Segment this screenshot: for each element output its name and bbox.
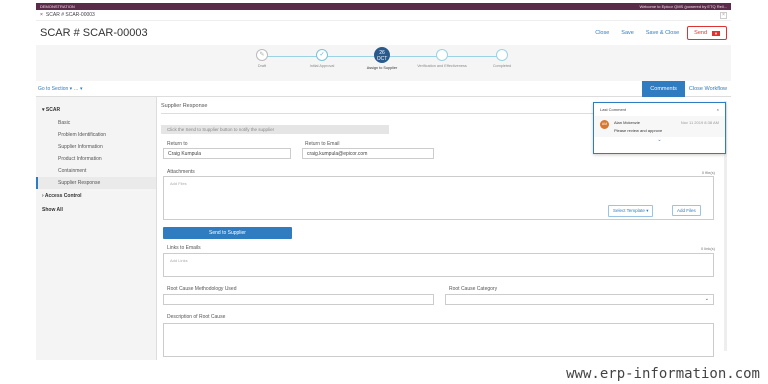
- add-files-button[interactable]: Add Files: [672, 205, 701, 216]
- chevron-down-icon[interactable]: ⌄: [594, 137, 725, 143]
- step-circle: [436, 49, 448, 61]
- popup-title: Last Comment: [600, 107, 627, 112]
- avatar: AM: [600, 120, 609, 129]
- step-circle: [496, 49, 508, 61]
- calendar-icon: 26 OCT: [374, 47, 390, 63]
- send-button-label: Send: [694, 30, 708, 36]
- top-banner: DEMONSTRATION Welcome to Epicor QMS (pow…: [36, 3, 731, 10]
- send-button[interactable]: Send ▼: [687, 26, 727, 40]
- return-to-label: Return to: [167, 141, 188, 147]
- step-assign-to-supplier[interactable]: 26 OCT Assign to Supplier: [352, 47, 412, 71]
- select-template-label: Select Template: [613, 208, 645, 213]
- sidebar-section-label: SCAR: [45, 107, 61, 113]
- app-window: DEMONSTRATION Welcome to Epicor QMS (pow…: [36, 3, 731, 360]
- description-field[interactable]: [163, 323, 714, 357]
- popup-header: Last Comment ×: [594, 103, 725, 116]
- comment-date: Nov 11 2019 8:38 AM: [680, 120, 719, 125]
- last-comment-popup: Last Comment × AM Alan Mckenzie Nov 11 2…: [593, 102, 726, 154]
- attachments-placeholder: Add Files: [170, 181, 187, 186]
- attachments-count: 0 file(s): [701, 170, 715, 175]
- close-button[interactable]: Close: [595, 30, 609, 36]
- info-hint: Click the Send to Supplier button to not…: [161, 125, 389, 134]
- document-tab[interactable]: SCAR # SCAR-00003: [46, 12, 95, 18]
- root-cause-category-label: Root Cause Category: [449, 286, 498, 292]
- workflow-stepper: ✎ Draft ✓ Initial Approval 26 OCT Assign …: [36, 45, 731, 81]
- section-sidebar: ▾ SCAR Basic Problem Identification Supp…: [36, 97, 157, 360]
- sidebar-item-supplier-information[interactable]: Supplier Information: [36, 141, 156, 153]
- links-count: 0 link(s): [700, 246, 715, 251]
- document-tab-row: × SCAR # SCAR-00003 ×: [36, 10, 731, 21]
- comment-text: Please review and approve: [614, 128, 663, 133]
- return-email-field[interactable]: craig.kumpula@epicor.com: [302, 148, 434, 159]
- go-to-section-dropdown[interactable]: Go to Section ▾ … ▾: [36, 86, 82, 92]
- step-initial-approval[interactable]: ✓ Initial Approval: [292, 49, 352, 69]
- return-to-field[interactable]: Craig Kumpula: [163, 148, 291, 159]
- window-close-icon[interactable]: ×: [720, 11, 727, 19]
- step-label: Completed: [492, 64, 512, 68]
- close-workflow-button[interactable]: Close Workflow: [685, 86, 731, 92]
- send-to-supplier-button[interactable]: Send to Supplier: [163, 227, 292, 239]
- close-icon[interactable]: ×: [717, 107, 719, 112]
- sidebar-show-all[interactable]: Show All: [36, 203, 156, 217]
- sidebar-item-product-information[interactable]: Product Information: [36, 153, 156, 165]
- check-icon: ✓: [316, 49, 328, 61]
- step-verification[interactable]: Verification and Effectiveness: [412, 49, 472, 69]
- chevron-down-icon: ⌄: [704, 296, 709, 302]
- step-label: Draft: [257, 64, 267, 68]
- save-close-button[interactable]: Save & Close: [646, 30, 679, 36]
- links-dropzone[interactable]: Add Links: [163, 253, 714, 277]
- page-title: SCAR # SCAR-00003: [40, 27, 148, 39]
- step-completed[interactable]: Completed: [472, 49, 532, 69]
- links-label: Links to Emails: [167, 245, 201, 251]
- attachments-label: Attachments: [167, 169, 195, 175]
- title-bar: SCAR # SCAR-00003 Close Save Save & Clos…: [36, 21, 731, 45]
- environment-label: DEMONSTRATION: [40, 4, 75, 9]
- sidebar-item-containment[interactable]: Containment: [36, 165, 156, 177]
- return-email-label: Return to Email: [305, 141, 340, 147]
- comment-body: Alan Mckenzie Nov 11 2019 8:38 AM Please…: [614, 120, 719, 133]
- select-template-button[interactable]: Select Template ▾: [608, 205, 654, 217]
- sidebar-section-label: Access Control: [44, 193, 82, 199]
- comments-button[interactable]: Comments: [642, 80, 685, 97]
- step-draft[interactable]: ✎ Draft: [232, 49, 292, 69]
- comment-meta: Alan Mckenzie Nov 11 2019 8:38 AM: [614, 120, 719, 125]
- welcome-text: Welcome to Epicor QMS (powered by ETQ Re…: [639, 4, 727, 9]
- edit-icon: ✎: [256, 49, 268, 61]
- go-to-section-label: Go to Section: [38, 85, 69, 92]
- root-cause-category-select[interactable]: ⌄: [445, 294, 714, 305]
- step-label: Initial Approval: [309, 64, 335, 68]
- save-button[interactable]: Save: [621, 30, 634, 36]
- root-cause-method-label: Root Cause Methodology Used: [167, 286, 237, 292]
- sidebar-item-supplier-response[interactable]: Supplier Response: [36, 177, 156, 189]
- root-cause-method-field[interactable]: [163, 294, 434, 305]
- tab-close-icon[interactable]: ×: [40, 12, 43, 18]
- work-bar: Go to Section ▾ … ▾ Comments Close Workf…: [36, 80, 731, 97]
- sidebar-item-basic[interactable]: Basic: [36, 117, 156, 129]
- sidebar-item-problem-identification[interactable]: Problem Identification: [36, 129, 156, 141]
- step-label: Assign to Supplier: [366, 66, 398, 70]
- description-label: Description of Root Cause: [167, 314, 226, 320]
- links-placeholder: Add Links: [170, 258, 188, 263]
- sidebar-section-access-control[interactable]: › Access Control: [36, 189, 156, 203]
- sidebar-section-scar[interactable]: ▾ SCAR: [36, 103, 156, 117]
- chevron-down-icon[interactable]: ▼: [712, 30, 720, 36]
- comment-entry: AM Alan Mckenzie Nov 11 2019 8:38 AM Ple…: [594, 116, 725, 137]
- watermark: www.erp-information.com: [566, 366, 760, 382]
- step-label: Verification and Effectiveness: [417, 64, 467, 68]
- comment-author: Alan Mckenzie: [614, 120, 641, 125]
